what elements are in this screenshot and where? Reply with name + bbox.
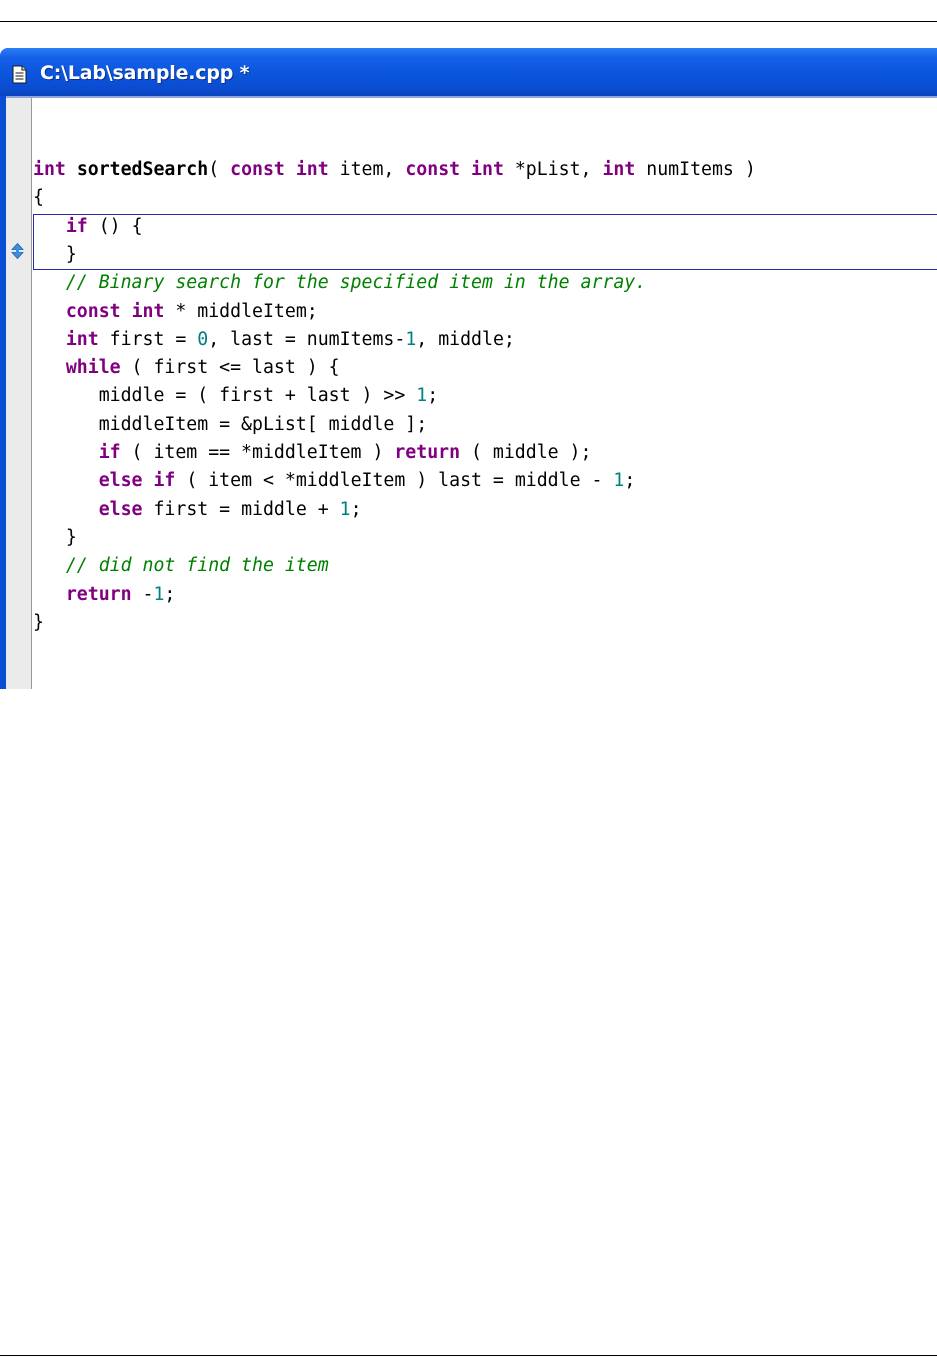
window-title: C:\Lab\sample.cpp * (40, 62, 250, 84)
comment-token: // did not find the item (65, 555, 329, 577)
code-token: ( first <= last ) { (120, 357, 340, 379)
number-token: 1 (613, 470, 625, 492)
title-bar[interactable]: C:\Lab\sample.cpp * (0, 48, 937, 96)
keyword-token: const (230, 159, 285, 180)
code-token: ; (164, 583, 176, 605)
keyword-token: int (65, 328, 99, 350)
code-token: * middleItem; (164, 300, 318, 322)
code-line: if () { (33, 213, 143, 241)
comment-token: // Binary search for the specified item … (65, 272, 647, 294)
code-token: ; (350, 498, 362, 520)
document-icon (12, 65, 27, 84)
code-token: ( (208, 159, 231, 180)
keyword-token: if (98, 442, 121, 463)
editor-gutter (6, 98, 32, 689)
code-token: *pList, (503, 159, 603, 180)
code-token: middle = ( first + last ) >> (33, 385, 417, 407)
code-token: } (33, 611, 44, 633)
keyword-token: if (153, 470, 176, 492)
code-line: int sortedSearch( const int item, const … (33, 156, 756, 184)
code-editor-window: C:\Lab\sample.cpp * int sortedSearch( co… (0, 48, 937, 689)
code-line: } (33, 241, 77, 269)
code-token: ( middle ); (460, 442, 592, 463)
code-token: () { (87, 215, 143, 237)
edit-highlight-box (33, 214, 937, 270)
keyword-token: int (33, 159, 66, 180)
code-line: // Binary search for the specified item … (33, 269, 646, 297)
code-token: ; (427, 385, 439, 407)
code-token: { (33, 187, 44, 209)
code-line: { (33, 184, 44, 212)
code-token: numItems ) (635, 159, 756, 180)
keyword-token: const (65, 300, 121, 322)
keyword-token: int (602, 159, 636, 180)
code-text-area[interactable]: int sortedSearch( const int item, const … (33, 98, 937, 689)
keyword-token: int (471, 159, 504, 180)
code-line: return -1; (33, 581, 176, 609)
code-line: const int * middleItem; (33, 298, 318, 326)
code-token: - (131, 583, 154, 605)
number-token: 0 (197, 328, 209, 350)
code-token: item, (328, 159, 406, 180)
code-line: middleItem = &pList[ middle ]; (33, 411, 428, 439)
page-top-rule (0, 21, 937, 22)
code-token: ; (624, 470, 636, 492)
code-line: } (33, 524, 77, 552)
keyword-token: return (394, 442, 461, 463)
code-line: // did not find the item (33, 552, 329, 580)
up-down-arrows-icon[interactable] (11, 243, 24, 259)
code-line: } (33, 609, 44, 637)
number-token: 1 (405, 328, 417, 350)
code-line: middle = ( first + last ) >> 1; (33, 382, 438, 410)
code-token: , last = numItems- (208, 328, 406, 350)
code-token: , middle; (416, 328, 515, 350)
number-token: 1 (153, 583, 165, 605)
keyword-token: int (131, 300, 165, 322)
keyword-token: else (98, 470, 143, 492)
page-bottom-rule (0, 1355, 937, 1356)
function-name-token: sortedSearch (76, 159, 209, 180)
keyword-token: const (405, 159, 461, 180)
keyword-token: return (65, 583, 132, 605)
number-token: 1 (416, 385, 428, 407)
code-token: ( item == *middleItem ) (120, 442, 395, 463)
code-token: ( item < *middleItem ) last = middle - (175, 470, 614, 492)
keyword-token: if (65, 215, 88, 237)
code-token: } (33, 243, 77, 265)
editor-client-area: int sortedSearch( const int item, const … (6, 96, 937, 689)
code-line: if ( item == *middleItem ) return ( midd… (33, 439, 592, 467)
code-line: else if ( item < *middleItem ) last = mi… (33, 467, 636, 495)
number-token: 1 (339, 498, 351, 520)
keyword-token: while (65, 357, 121, 379)
keyword-token: else (98, 498, 143, 520)
code-token: first = (98, 328, 198, 350)
code-line: while ( first <= last ) { (33, 354, 340, 382)
code-token: middleItem = &pList[ middle ]; (33, 413, 428, 435)
keyword-token: int (295, 159, 329, 180)
code-token: } (33, 526, 77, 548)
code-token: first = middle + (142, 498, 340, 520)
code-line: int first = 0, last = numItems-1, middle… (33, 326, 515, 354)
code-line: else first = middle + 1; (33, 496, 362, 524)
